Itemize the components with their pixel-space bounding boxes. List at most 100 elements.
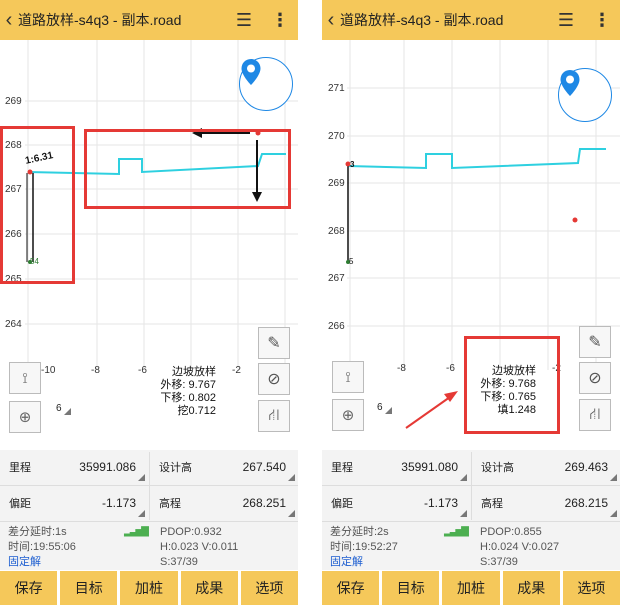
signal-strength-icon: ▂▃▅▇ bbox=[444, 526, 469, 537]
add-stake-button[interactable]: 加桩 bbox=[120, 571, 178, 605]
x-tick: -10 bbox=[41, 365, 56, 376]
offset-field[interactable]: 偏距 -1.173 bbox=[322, 486, 470, 520]
survey-pole-icon: ⟟ bbox=[345, 368, 351, 386]
field-value: 269.463 bbox=[564, 460, 608, 474]
road-view-button[interactable]: ⛙ bbox=[258, 400, 290, 432]
time-readout: 时间:19:52:27 bbox=[330, 541, 398, 553]
signal-strength-icon: ▂▃▅▇ bbox=[124, 526, 149, 537]
save-button[interactable]: 保存 bbox=[0, 571, 58, 605]
title-bar: ‹ 道路放样-s4q3 - 副本.road ☰ ⋮ bbox=[0, 0, 298, 40]
target-button[interactable]: 目标 bbox=[60, 571, 118, 605]
locate-button[interactable] bbox=[239, 57, 293, 111]
target-point bbox=[572, 217, 578, 223]
title-bar: ‹ 道路放样-s4q3 - 副本.road ☰ ⋮ bbox=[322, 0, 620, 40]
center-button[interactable]: ⊕ bbox=[332, 399, 364, 431]
zoom-dropdown-icon[interactable] bbox=[385, 407, 392, 414]
add-stake-button[interactable]: 加桩 bbox=[442, 571, 500, 605]
options-button[interactable]: 选项 bbox=[240, 571, 298, 605]
readout-cut-fill: 挖0.712 bbox=[177, 405, 216, 417]
pdop-readout: PDOP:0.932 bbox=[160, 526, 222, 538]
more-vertical-icon[interactable]: ⋮ bbox=[262, 0, 298, 40]
dropdown-icon bbox=[288, 474, 295, 481]
survey-pole-icon: ⟟ bbox=[22, 369, 28, 387]
pole-button[interactable]: ⟟ bbox=[9, 362, 41, 394]
y-tick: 268 bbox=[328, 226, 345, 237]
field-label: 高程 bbox=[481, 498, 503, 510]
slope-stakeout-readout: 边坡放样 外移: 9.767 下移: 0.802 挖0.712 bbox=[150, 366, 216, 418]
road-alignment-line bbox=[347, 148, 606, 170]
save-button[interactable]: 保存 bbox=[322, 571, 380, 605]
readout-title: 边坡放样 bbox=[172, 366, 216, 378]
elevation-field[interactable]: 高程 268.215 bbox=[472, 486, 620, 520]
field-value: 35991.080 bbox=[401, 460, 458, 474]
measure-tool-button[interactable]: ✎ bbox=[579, 326, 611, 358]
mileage-field[interactable]: 里程 35991.080 bbox=[322, 450, 470, 484]
satellite-count: S:37/39 bbox=[480, 556, 518, 568]
field-label: 高程 bbox=[159, 498, 181, 510]
zoom-dropdown-icon[interactable] bbox=[64, 408, 71, 415]
mileage-field[interactable]: 里程 35991.086 bbox=[0, 450, 148, 484]
back-chevron-icon[interactable]: ‹ bbox=[322, 0, 340, 40]
offset-field[interactable]: 偏距 -1.173 bbox=[0, 486, 148, 520]
target-button[interactable]: 目标 bbox=[382, 571, 440, 605]
dropdown-icon bbox=[610, 510, 617, 517]
divider bbox=[149, 452, 150, 520]
field-value: 268.215 bbox=[564, 496, 608, 510]
list-menu-icon[interactable]: ☰ bbox=[226, 0, 262, 40]
compass-button[interactable]: ⊘ bbox=[579, 362, 611, 394]
page-title: 道路放样-s4q3 - 副本.road bbox=[18, 12, 182, 28]
zoom-level: 6 bbox=[377, 402, 383, 413]
measure-tool-button[interactable]: ✎ bbox=[258, 327, 290, 359]
page-title: 道路放样-s4q3 - 副本.road bbox=[340, 12, 504, 28]
road-view-button[interactable]: ⛙ bbox=[579, 399, 611, 431]
point-label: 3 bbox=[350, 160, 355, 169]
annotation-box bbox=[84, 129, 291, 209]
time-readout: 时间:19:55:06 bbox=[8, 541, 76, 553]
compass-icon: ⊘ bbox=[267, 371, 281, 388]
list-menu-icon[interactable]: ☰ bbox=[548, 0, 584, 40]
field-value: 268.251 bbox=[242, 496, 286, 510]
x-tick: -8 bbox=[397, 363, 406, 374]
elevation-field[interactable]: 高程 268.251 bbox=[150, 486, 298, 520]
options-button[interactable]: 选项 bbox=[562, 571, 620, 605]
field-value: -1.173 bbox=[101, 496, 136, 510]
diff-delay: 差分延时:2s bbox=[330, 526, 389, 538]
road-icon: ⛙ bbox=[589, 406, 601, 423]
center-button[interactable]: ⊕ bbox=[9, 401, 41, 433]
stakeout-plot[interactable]: 271 270 269 268 267 266 -8 -6 -2 3 5 ✎ ⊘… bbox=[322, 40, 620, 450]
ruler-icon: ✎ bbox=[267, 335, 281, 352]
phone-screen-left: ‹ 道路放样-s4q3 - 副本.road ☰ ⋮ 269 268 267 26… bbox=[0, 0, 298, 605]
design-height-field[interactable]: 设计高 269.463 bbox=[472, 450, 620, 484]
design-height-field[interactable]: 设计高 267.540 bbox=[150, 450, 298, 484]
field-value: -1.173 bbox=[423, 496, 458, 510]
results-button[interactable]: 成果 bbox=[502, 571, 560, 605]
info-panel: 里程 35991.080 设计高 269.463 偏距 -1.173 高程 26… bbox=[322, 450, 620, 570]
divider bbox=[0, 521, 298, 522]
point-label: 5 bbox=[349, 257, 354, 266]
zoom-level: 6 bbox=[56, 403, 62, 414]
stakeout-plot[interactable]: 269 268 267 266 265 264 -10 -8 -6 -2 1:6… bbox=[0, 40, 298, 450]
results-button[interactable]: 成果 bbox=[180, 571, 238, 605]
field-label: 里程 bbox=[331, 462, 353, 474]
field-label: 里程 bbox=[9, 462, 31, 474]
ruler-icon: ✎ bbox=[588, 334, 602, 351]
field-label: 设计高 bbox=[159, 462, 192, 474]
phone-screen-right: ‹ 道路放样-s4q3 - 副本.road ☰ ⋮ 271 270 269 26… bbox=[322, 0, 620, 605]
y-tick: 269 bbox=[328, 178, 345, 189]
compass-button[interactable]: ⊘ bbox=[258, 363, 290, 395]
dropdown-icon bbox=[610, 474, 617, 481]
dropdown-icon bbox=[288, 510, 295, 517]
y-tick: 267 bbox=[328, 273, 345, 284]
dropdown-icon bbox=[460, 510, 467, 517]
field-value: 267.540 bbox=[242, 460, 286, 474]
diff-delay: 差分延时:1s bbox=[8, 526, 67, 538]
compass-icon: ⊘ bbox=[588, 370, 602, 387]
locate-button[interactable] bbox=[558, 68, 612, 122]
bottom-button-bar: 保存 目标 加桩 成果 选项 bbox=[322, 571, 620, 605]
back-chevron-icon[interactable]: ‹ bbox=[0, 0, 18, 40]
pole-button[interactable]: ⟟ bbox=[332, 361, 364, 393]
hv-precision: H:0.023 V:0.011 bbox=[160, 541, 239, 553]
field-label: 设计高 bbox=[481, 462, 514, 474]
more-vertical-icon[interactable]: ⋮ bbox=[584, 0, 620, 40]
x-tick: -2 bbox=[232, 365, 241, 376]
